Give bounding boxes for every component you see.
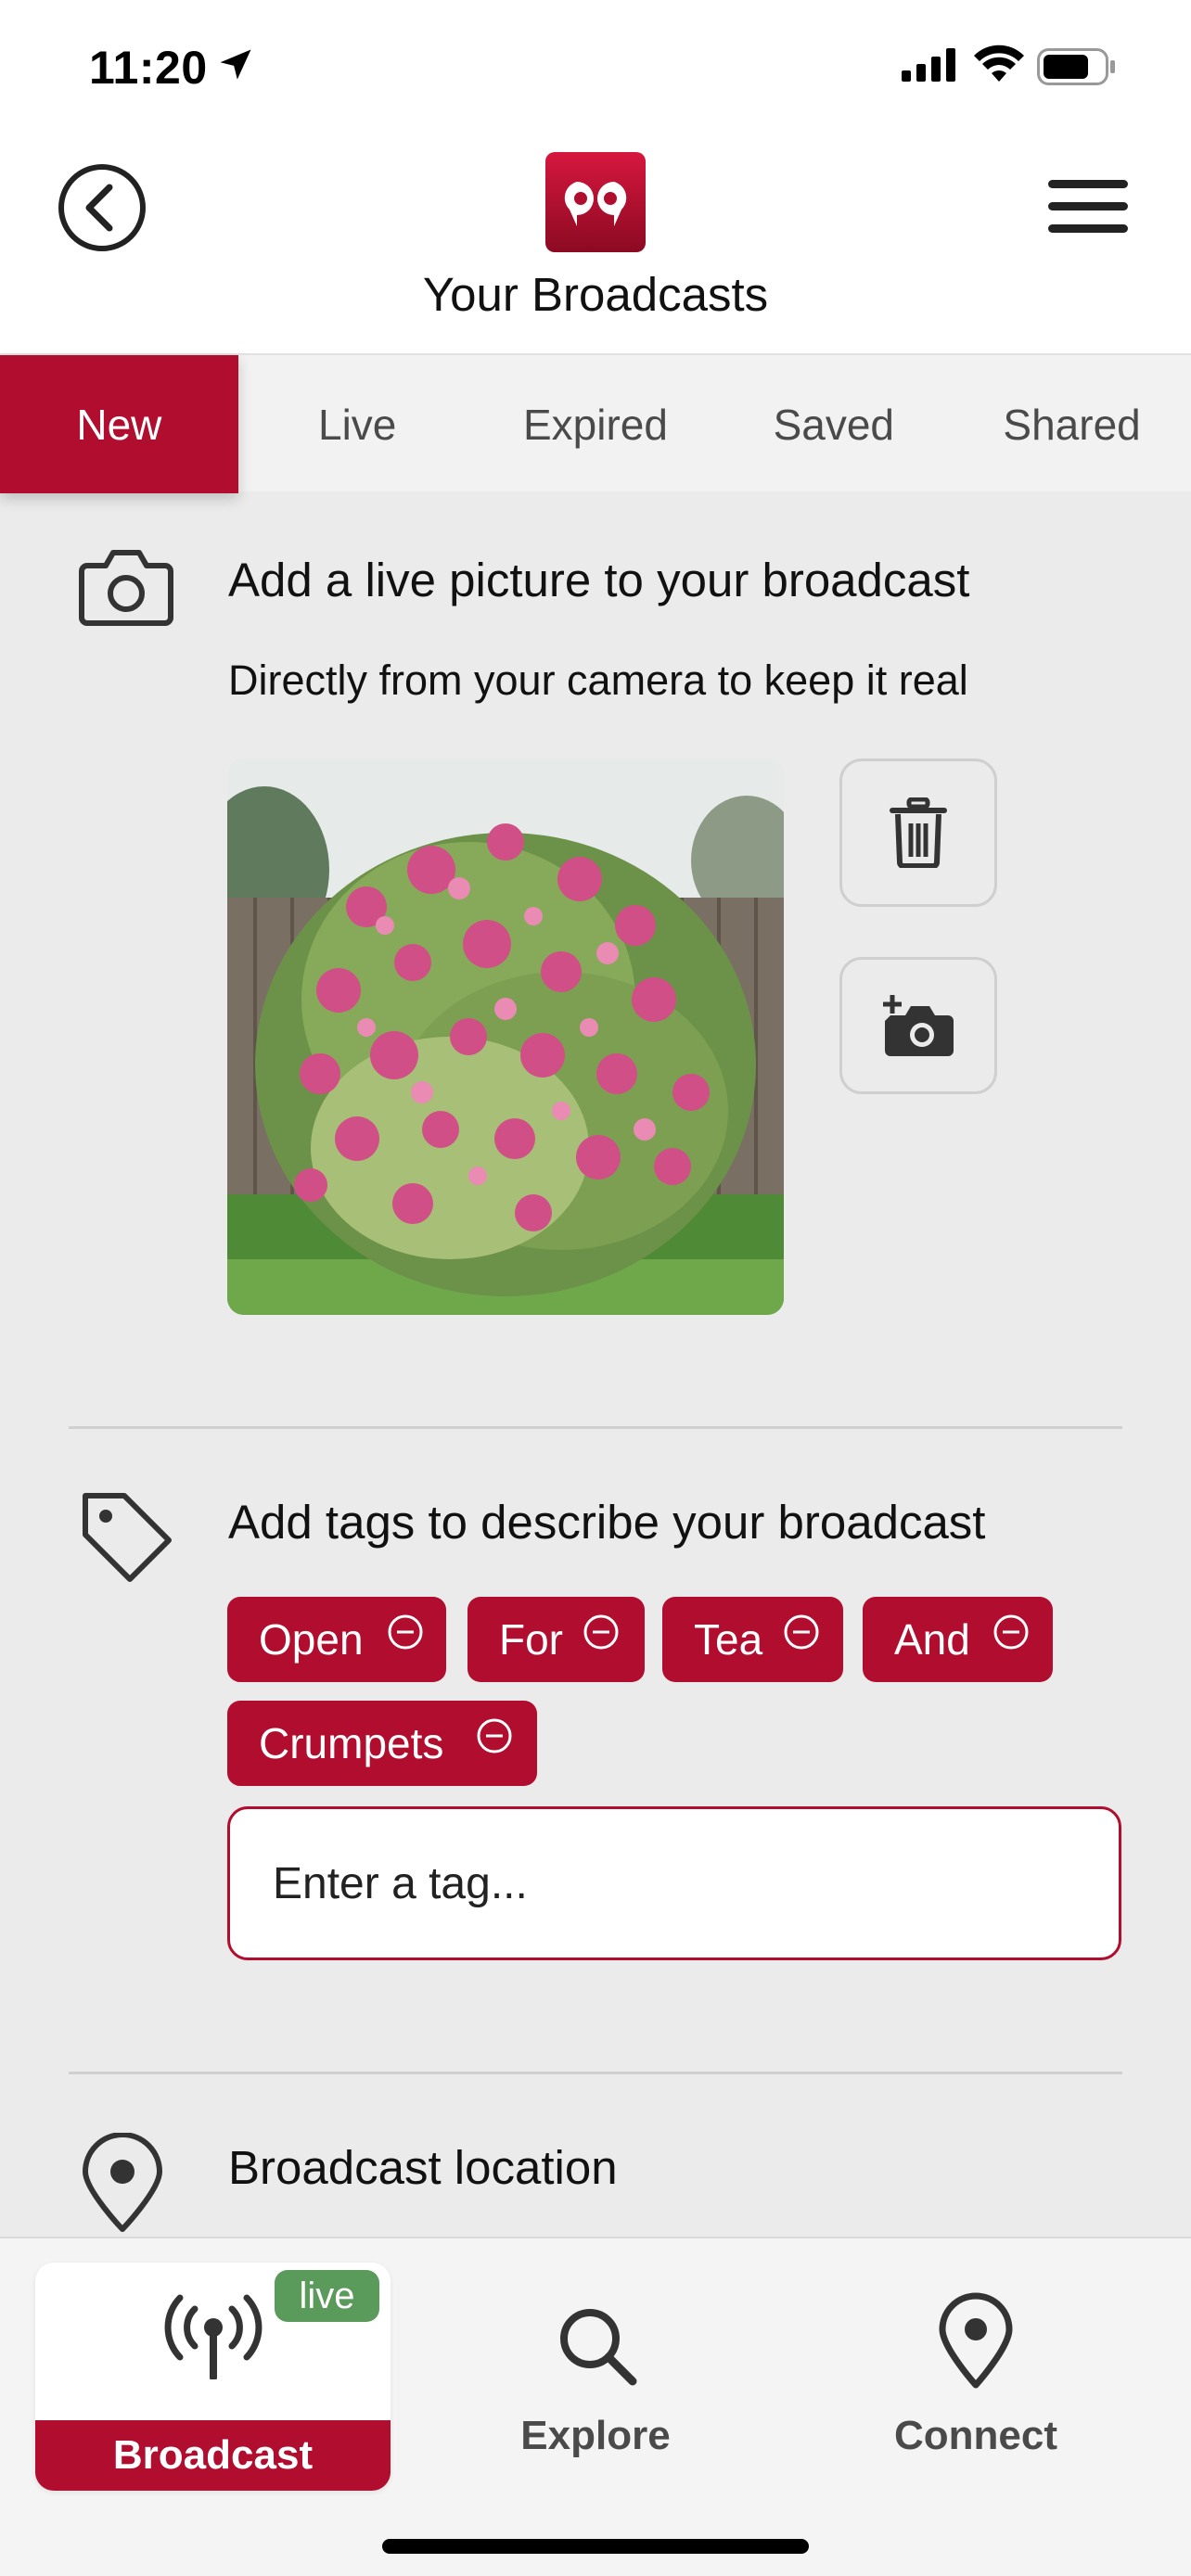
remove-tag-icon[interactable] <box>387 1613 424 1651</box>
retake-photo-button[interactable] <box>839 957 997 1094</box>
wifi-icon <box>974 45 1024 82</box>
tag-label: Open <box>259 1615 364 1664</box>
bottom-nav: Broadcast live Explore Connect <box>0 2237 1191 2576</box>
tag-chip[interactable]: For <box>467 1597 645 1682</box>
add-photo-icon <box>883 995 954 1056</box>
tag-label: For <box>499 1615 563 1664</box>
remove-tag-icon[interactable] <box>583 1613 620 1651</box>
tag-label: Crumpets <box>259 1719 444 1767</box>
search-icon <box>560 2309 637 2386</box>
remove-tag-icon[interactable] <box>476 1717 513 1754</box>
battery-icon <box>1037 48 1115 85</box>
nav-label-explore: Explore <box>520 2413 671 2458</box>
location-arrow-icon <box>220 49 251 80</box>
remove-tag-icon[interactable] <box>783 1613 820 1651</box>
tag-icon <box>83 1493 172 1582</box>
tab-expired[interactable]: Expired <box>477 355 715 493</box>
picture-section-subtext: Directly from your camera to keep it rea… <box>228 657 968 704</box>
page-title: Your Broadcasts <box>422 268 769 321</box>
section-divider <box>69 2072 1122 2074</box>
tab-saved[interactable]: Saved <box>714 355 953 493</box>
camera-icon <box>79 550 173 626</box>
tag-chip[interactable]: Open <box>227 1597 446 1682</box>
app-logo <box>545 152 646 252</box>
nav-label-connect: Connect <box>894 2413 1057 2458</box>
nav-item-explore[interactable]: Explore <box>419 2263 772 2491</box>
tag-chip[interactable]: And <box>863 1597 1053 1682</box>
tab-live[interactable]: Live <box>238 355 477 493</box>
back-button[interactable] <box>58 163 147 252</box>
home-indicator <box>382 2539 809 2554</box>
live-badge: live <box>275 2270 379 2322</box>
cellular-signal-icon <box>902 48 955 82</box>
tags-section-heading: Add tags to describe your broadcast <box>228 1496 986 1549</box>
location-pin-icon <box>83 2133 162 2232</box>
tag-chip[interactable]: Crumpets <box>227 1701 537 1786</box>
section-divider <box>69 1426 1122 1429</box>
header-area: 11:20 Your Broadcasts <box>0 0 1191 353</box>
nav-item-connect[interactable]: Connect <box>800 2263 1152 2491</box>
tag-label: Tea <box>694 1615 763 1664</box>
broadcast-photo <box>227 759 784 1315</box>
tag-label: And <box>894 1615 970 1664</box>
tab-shared[interactable]: Shared <box>953 355 1191 493</box>
screen: 11:20 Your Broadcasts New Live Expired S… <box>0 0 1191 2576</box>
remove-tag-icon[interactable] <box>992 1613 1030 1651</box>
tab-new[interactable]: New <box>0 355 238 493</box>
delete-photo-button[interactable] <box>839 759 997 907</box>
hamburger-menu-button[interactable] <box>1046 176 1130 237</box>
broadcast-tabs: New Live Expired Saved Shared <box>0 353 1191 493</box>
nav-label-broadcast: Broadcast <box>35 2420 391 2491</box>
location-pin-icon <box>939 2292 1013 2389</box>
tag-chip[interactable]: Tea <box>662 1597 843 1682</box>
broadcast-antenna-icon <box>164 2294 263 2379</box>
status-time: 11:20 <box>89 42 208 94</box>
location-section-heading: Broadcast location <box>228 2141 618 2194</box>
tag-input[interactable]: Enter a tag... <box>227 1806 1121 1960</box>
picture-section-heading: Add a live picture to your broadcast <box>228 554 970 606</box>
trash-icon <box>890 797 947 868</box>
